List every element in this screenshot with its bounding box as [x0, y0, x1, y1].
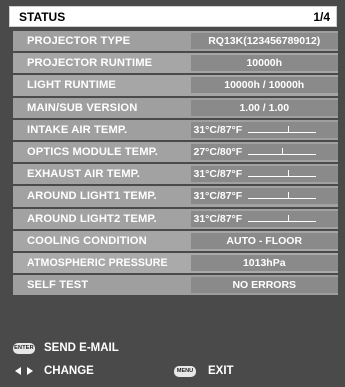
- status-row-around-light2-temp: AROUND LIGHT2 TEMP. 31°C/87°F: [13, 208, 338, 231]
- temp-value: 31°C/87°F: [193, 190, 243, 203]
- row-label: MAIN/SUB VERSION: [27, 101, 138, 114]
- page-title: STATUS: [19, 9, 66, 24]
- status-list: PROJECTOR TYPE RQ13K(123456789012) PROJE…: [13, 31, 338, 298]
- row-value-box: 31°C/87°F: [190, 188, 338, 205]
- temperature-gauge-icon: [248, 168, 317, 180]
- temp-value: 31°C/87°F: [193, 123, 243, 136]
- status-row-optics-module-temp: OPTICS MODULE TEMP. 27°C/80°F: [13, 141, 338, 165]
- row-value: AUTO - FLOOR: [190, 232, 338, 249]
- status-row-exhaust-air-temp: EXHAUST AIR TEMP. 31°C/87°F: [13, 164, 338, 187]
- status-row-projector-type: PROJECTOR TYPE RQ13K(123456789012): [13, 31, 338, 54]
- row-label: ATMOSPHERIC PRESSURE: [27, 256, 168, 269]
- temp-value: 31°C/87°F: [193, 212, 243, 225]
- row-label: LIGHT RUNTIME: [27, 79, 116, 92]
- row-value: RQ13K(123456789012): [190, 33, 338, 50]
- footer-guide: ENTER SEND E-MAIL CHANGE MENU EXIT: [13, 339, 338, 385]
- row-label: AROUND LIGHT1 TEMP.: [27, 190, 157, 203]
- temperature-gauge-icon: [248, 213, 317, 225]
- row-value-box: 31°C/87°F: [190, 121, 338, 138]
- row-value-box: 31°C/87°F: [190, 166, 338, 183]
- row-label: SELF TEST: [27, 279, 89, 292]
- status-row-around-light1-temp: AROUND LIGHT1 TEMP. 31°C/87°F: [13, 186, 338, 209]
- row-label: PROJECTOR RUNTIME: [27, 57, 153, 70]
- change-label: CHANGE: [44, 365, 94, 377]
- enter-key-icon: ENTER: [13, 342, 35, 354]
- status-row-self-test: SELF TEST NO ERRORS: [13, 275, 338, 298]
- temperature-gauge-icon: [248, 124, 317, 136]
- row-label: COOLING CONDITION: [27, 234, 147, 247]
- row-value: 1013hPa: [190, 254, 338, 271]
- row-value: 10000h / 10000h: [190, 77, 338, 94]
- temp-value: 31°C/87°F: [193, 168, 243, 181]
- row-label: OPTICS MODULE TEMP.: [27, 146, 158, 159]
- status-screen: STATUS 1/4 PROJECTOR TYPE RQ13K(12345678…: [0, 0, 345, 387]
- row-value: 1.00 / 1.00: [190, 99, 338, 116]
- temperature-gauge-icon: [248, 190, 317, 202]
- status-row-intake-air-temp: INTAKE AIR TEMP. 31°C/87°F: [13, 119, 338, 142]
- status-row-cooling-condition: COOLING CONDITION AUTO - FLOOR: [13, 230, 338, 253]
- page-indicator: 1/4: [313, 9, 330, 24]
- temperature-gauge-icon: [248, 146, 317, 158]
- row-label: AROUND LIGHT2 TEMP.: [27, 212, 157, 225]
- status-header: STATUS 1/4: [9, 6, 337, 27]
- left-right-arrows-icon: [13, 366, 35, 376]
- status-row-projector-runtime: PROJECTOR RUNTIME 10000h: [13, 53, 338, 76]
- change-action[interactable]: CHANGE: [13, 365, 94, 377]
- status-row-atmospheric-pressure: ATMOSPHERIC PRESSURE 1013hPa: [13, 252, 338, 276]
- row-value: 10000h: [190, 55, 338, 72]
- row-value-box: 31°C/87°F: [190, 210, 338, 227]
- row-label: EXHAUST AIR TEMP.: [27, 168, 140, 181]
- exit-label: EXIT: [208, 365, 234, 377]
- row-value: NO ERRORS: [190, 277, 338, 294]
- row-label: PROJECTOR TYPE: [27, 35, 131, 48]
- send-email-action[interactable]: ENTER SEND E-MAIL: [13, 342, 119, 354]
- send-email-label: SEND E-MAIL: [44, 342, 119, 354]
- menu-key-icon: MENU: [174, 365, 196, 377]
- row-label: INTAKE AIR TEMP.: [27, 123, 128, 136]
- exit-action[interactable]: MENU EXIT: [174, 365, 234, 377]
- row-value-box: 27°C/80°F: [190, 144, 338, 161]
- temp-value: 27°C/80°F: [193, 146, 243, 159]
- status-row-light-runtime: LIGHT RUNTIME 10000h / 10000h: [13, 75, 338, 98]
- status-row-main-sub-version: MAIN/SUB VERSION 1.00 / 1.00: [13, 97, 338, 120]
